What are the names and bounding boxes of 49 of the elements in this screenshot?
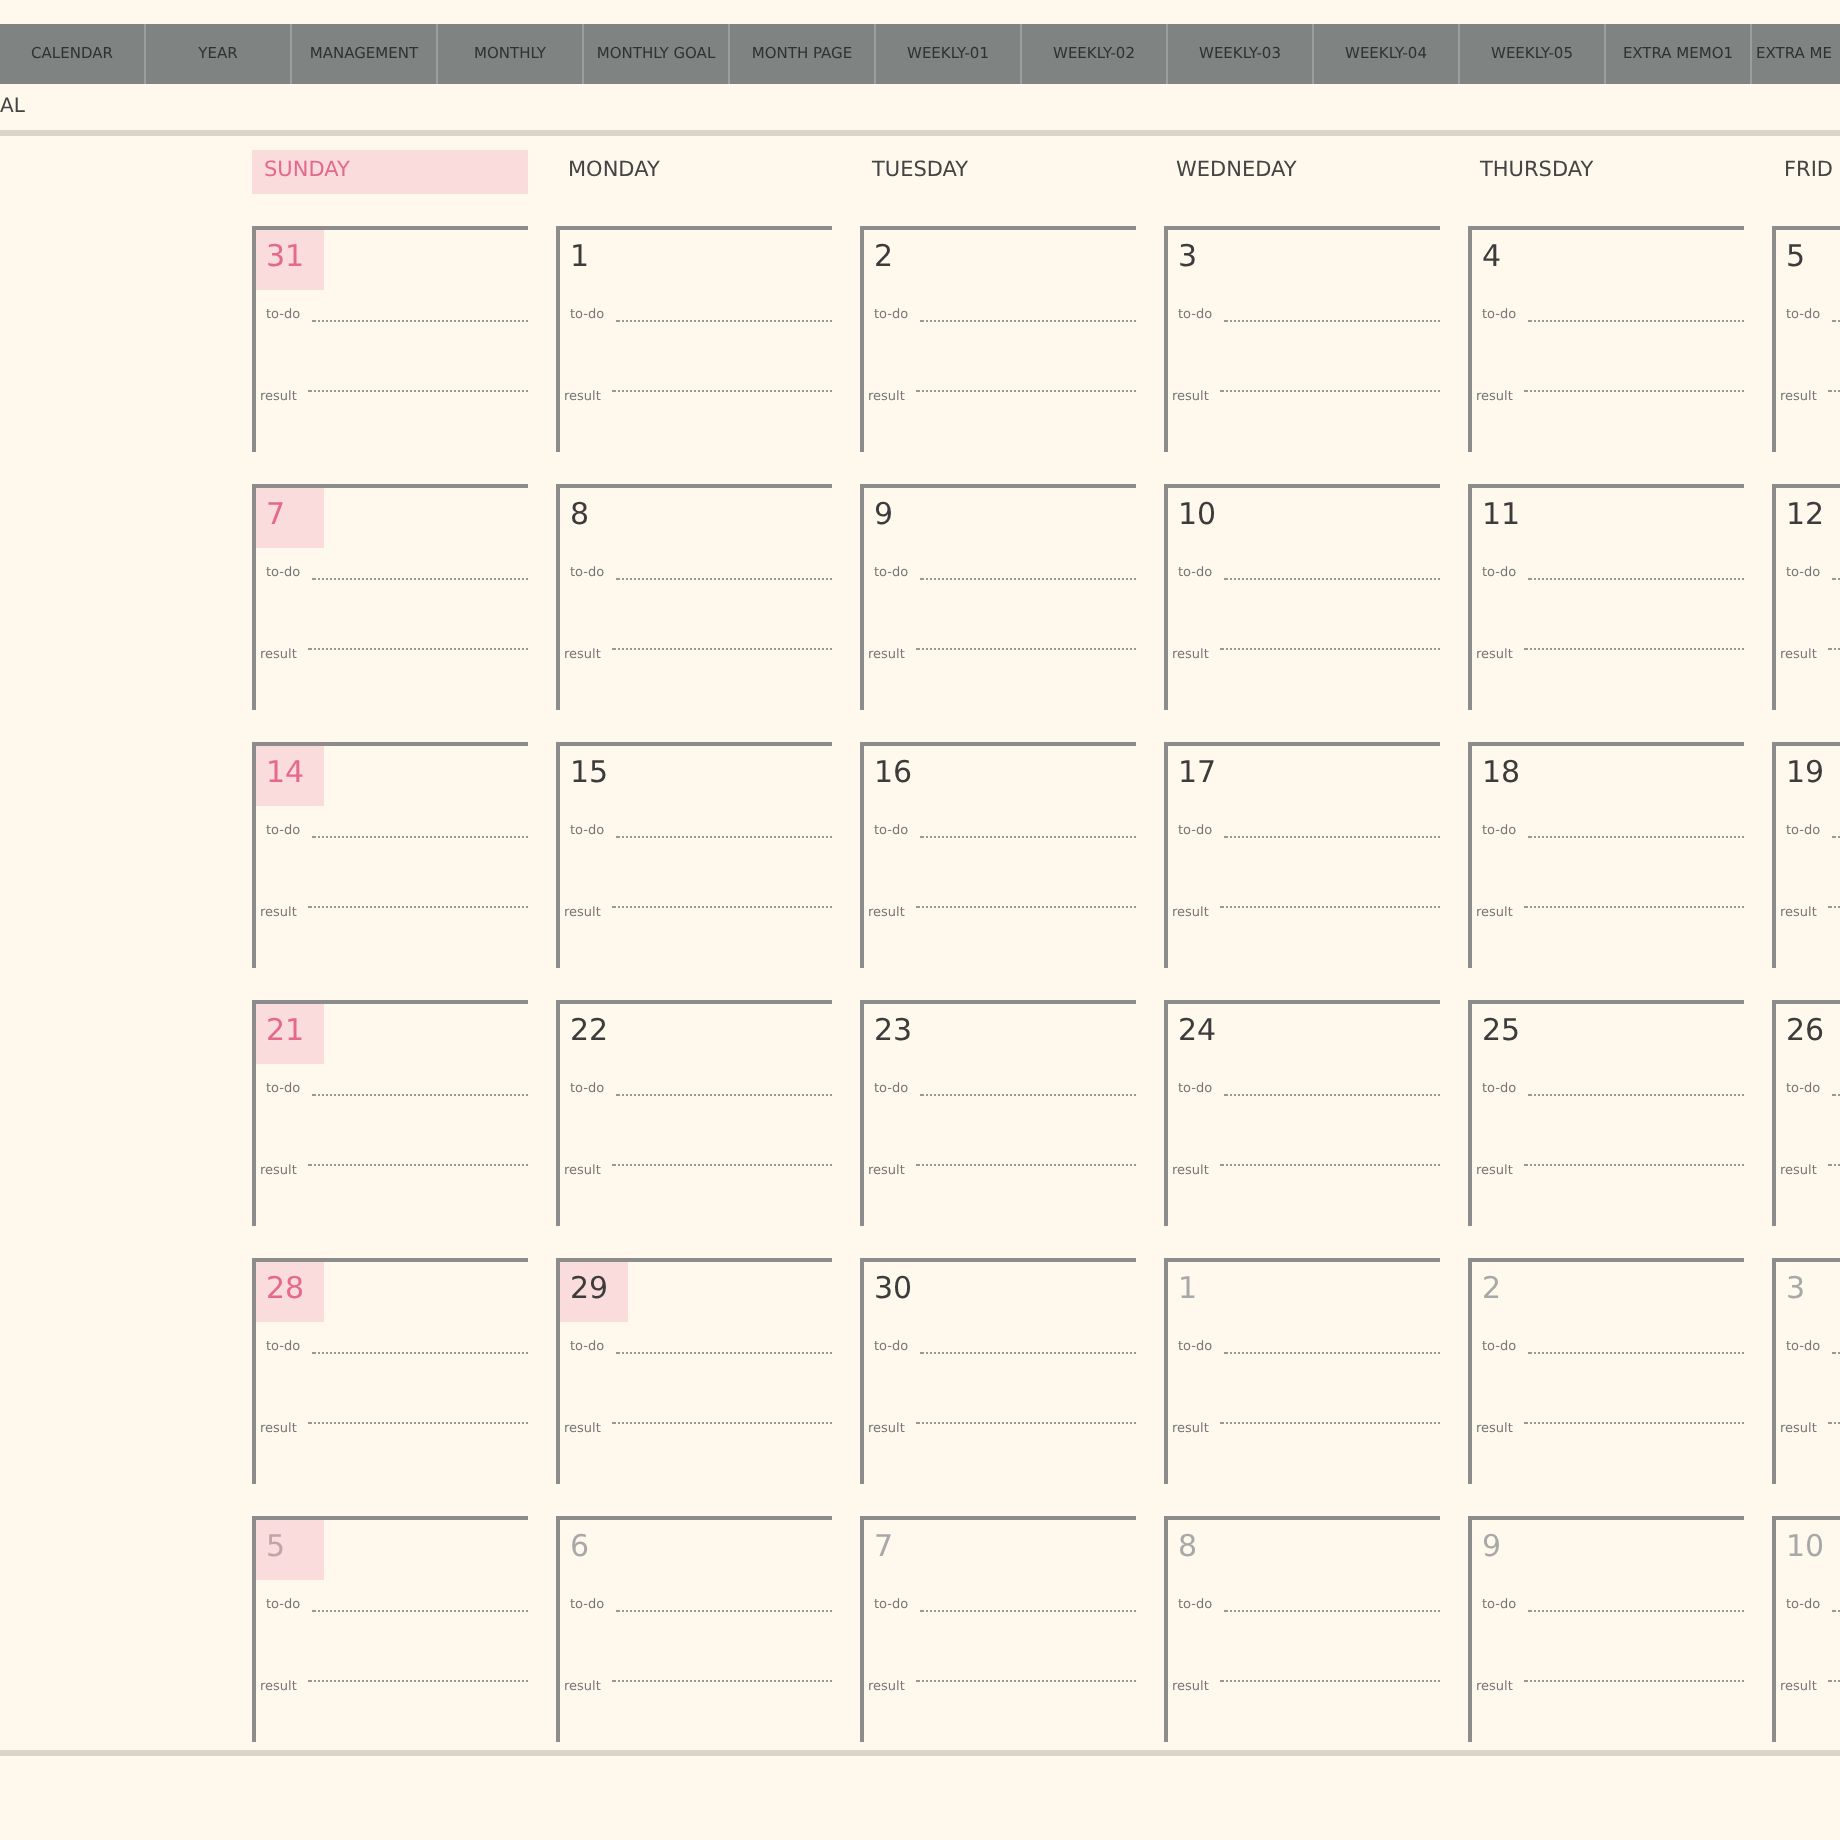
date-number: 1 [568, 236, 592, 278]
fill-in-line [1828, 390, 1840, 392]
weekday-header: THURSDAY [1478, 156, 1596, 186]
date-number: 30 [872, 1268, 915, 1310]
date-number: 23 [872, 1010, 915, 1052]
date-number: 8 [568, 494, 592, 536]
date-number: 3 [1784, 1268, 1808, 1310]
weekday-header: TUESDAY [870, 156, 971, 186]
date-number: 19 [1784, 752, 1827, 794]
fill-in-line [1828, 1422, 1840, 1424]
date-number: 9 [872, 494, 896, 536]
page-title: AL [0, 94, 25, 122]
date-number: 9 [1480, 1526, 1504, 1568]
fill-in-line [1828, 648, 1840, 650]
date-number: 14 [256, 746, 324, 806]
date-number: 10 [1176, 494, 1219, 536]
date-number: 28 [256, 1262, 324, 1322]
date-number: 29 [560, 1262, 628, 1322]
date-number: 10 [1784, 1526, 1827, 1568]
date-number: 2 [1480, 1268, 1504, 1310]
date-number: 12 [1784, 494, 1827, 536]
date-number: 22 [568, 1010, 611, 1052]
date-number: 21 [256, 1004, 324, 1064]
date-number: 3 [1176, 236, 1200, 278]
date-number: 26 [1784, 1010, 1827, 1052]
date-number: 1 [1176, 1268, 1200, 1310]
date-number: 5 [1784, 236, 1808, 278]
date-number: 7 [872, 1526, 896, 1568]
date-number: 24 [1176, 1010, 1219, 1052]
weekday-header: MONDAY [566, 156, 662, 186]
date-number: 15 [568, 752, 611, 794]
date-number: 18 [1480, 752, 1523, 794]
date-number: 16 [872, 752, 915, 794]
weekday-header: FRID [1782, 156, 1836, 186]
fill-in-line [1828, 1680, 1840, 1682]
date-number: 17 [1176, 752, 1219, 794]
date-number: 4 [1480, 236, 1504, 278]
date-number: 5 [256, 1520, 324, 1580]
date-number: 25 [1480, 1010, 1523, 1052]
weekday-header: SUNDAY [252, 150, 528, 194]
fill-in-line [1828, 906, 1840, 908]
date-number: 31 [256, 230, 324, 290]
date-number: 2 [872, 236, 896, 278]
date-number: 7 [256, 488, 324, 548]
weekday-header: WEDNEDAY [1174, 156, 1299, 186]
date-number: 6 [568, 1526, 592, 1568]
date-number: 8 [1176, 1526, 1200, 1568]
fill-in-line [1828, 1164, 1840, 1166]
date-number: 11 [1480, 494, 1523, 536]
